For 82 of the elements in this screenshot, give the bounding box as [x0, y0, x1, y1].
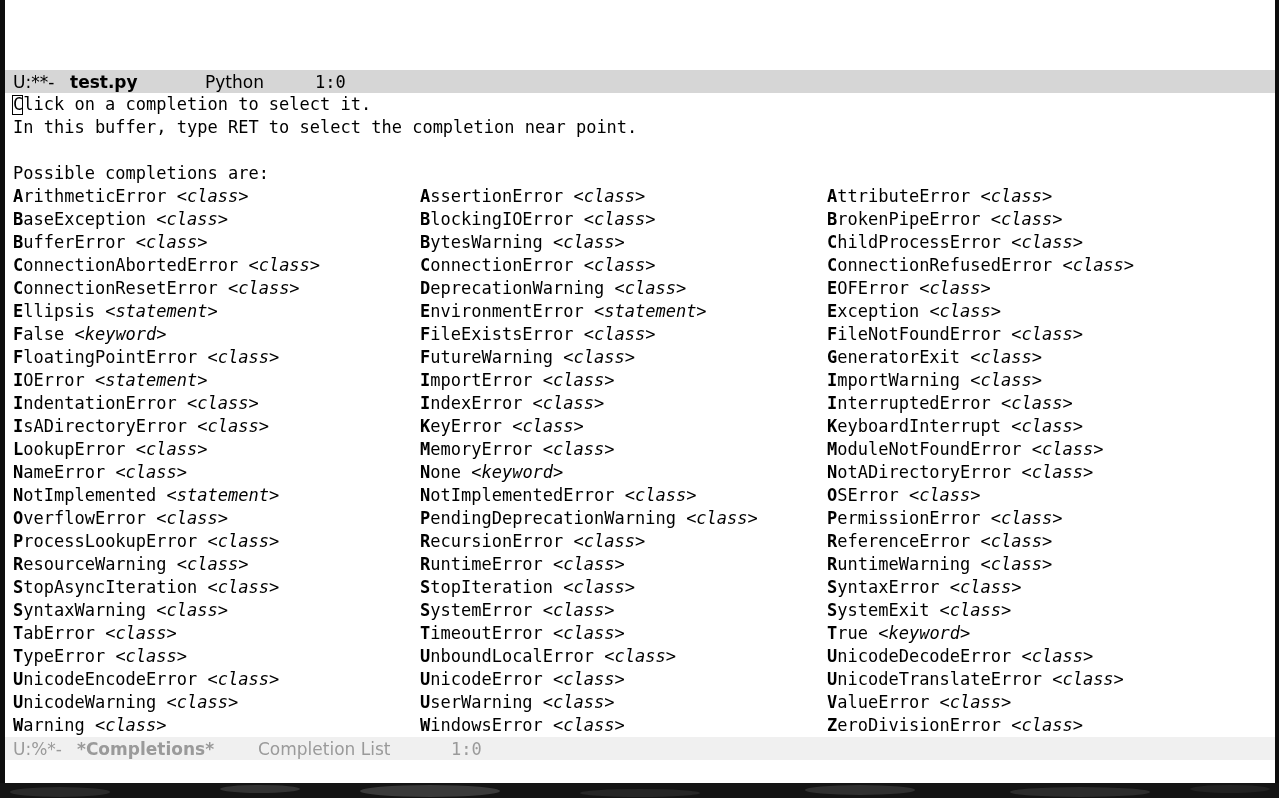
completion-item[interactable]: WindowsError <class> [420, 714, 827, 737]
buffer-status: U:**- [13, 71, 56, 92]
completion-item[interactable]: SyntaxError <class> [827, 576, 1234, 599]
completion-item[interactable]: AttributeError <class> [827, 185, 1234, 208]
completion-item[interactable]: InterruptedError <class> [827, 392, 1234, 415]
completion-item[interactable]: IndentationError <class> [13, 392, 420, 415]
completion-item[interactable]: UnicodeEncodeError <class> [13, 668, 420, 691]
completion-item[interactable]: AssertionError <class> [420, 185, 827, 208]
major-mode: Python [205, 71, 265, 92]
completion-item[interactable]: DeprecationWarning <class> [420, 277, 827, 300]
completion-item[interactable]: TypeError <class> [13, 645, 420, 668]
completion-item[interactable]: RuntimeError <class> [420, 553, 827, 576]
completion-item[interactable]: NameError <class> [13, 461, 420, 484]
completion-item[interactable]: OSError <class> [827, 484, 1234, 507]
completion-item[interactable]: OverflowError <class> [13, 507, 420, 530]
completion-item[interactable]: KeyError <class> [420, 415, 827, 438]
completion-item[interactable]: FloatingPointError <class> [13, 346, 420, 369]
completion-item[interactable]: None <keyword> [420, 461, 827, 484]
completion-item[interactable]: PermissionError <class> [827, 507, 1234, 530]
major-mode: Completion List [258, 738, 392, 759]
completion-item[interactable]: ZeroDivisionError <class> [827, 714, 1234, 737]
completion-item[interactable]: ResourceWarning <class> [13, 553, 420, 576]
buffer-name: *Completions* [77, 738, 216, 759]
completion-item[interactable]: ReferenceError <class> [827, 530, 1234, 553]
completion-item[interactable]: NotADirectoryError <class> [827, 461, 1234, 484]
completion-item[interactable]: IndexError <class> [420, 392, 827, 415]
completion-item[interactable]: False <keyword> [13, 323, 420, 346]
completion-item[interactable]: Exception <class> [827, 300, 1234, 323]
completions-heading: Possible completions are: [13, 163, 269, 183]
buffer-status: U:%*- [13, 738, 63, 759]
completion-item[interactable]: StopAsyncIteration <class> [13, 576, 420, 599]
completion-item[interactable]: MemoryError <class> [420, 438, 827, 461]
completion-item[interactable]: ConnectionRefusedError <class> [827, 254, 1234, 277]
completion-item[interactable]: RecursionError <class> [420, 530, 827, 553]
completion-item[interactable]: SystemError <class> [420, 599, 827, 622]
completion-item[interactable]: NotImplemented <statement> [13, 484, 420, 507]
buffer-name: test.py [70, 71, 139, 92]
completion-item[interactable]: ProcessLookupError <class> [13, 530, 420, 553]
completion-item[interactable]: BytesWarning <class> [420, 231, 827, 254]
completion-item[interactable]: ModuleNotFoundError <class> [827, 438, 1234, 461]
completion-item[interactable]: Warning <class> [13, 714, 420, 737]
completion-item[interactable]: TimeoutError <class> [420, 622, 827, 645]
completion-item[interactable]: True <keyword> [827, 622, 1234, 645]
completion-item[interactable]: StopIteration <class> [420, 576, 827, 599]
completion-item[interactable]: GeneratorExit <class> [827, 346, 1234, 369]
completion-item[interactable]: FutureWarning <class> [420, 346, 827, 369]
completion-item[interactable]: BlockingIOError <class> [420, 208, 827, 231]
cursor-position: 1:0 [315, 71, 346, 92]
completion-item[interactable]: RuntimeWarning <class> [827, 553, 1234, 576]
completion-item[interactable]: ChildProcessError <class> [827, 231, 1234, 254]
completion-item[interactable]: PendingDeprecationWarning <class> [420, 507, 827, 530]
completion-item[interactable]: ValueError <class> [827, 691, 1234, 714]
completion-item[interactable]: ImportError <class> [420, 369, 827, 392]
completion-item[interactable]: Ellipsis <statement> [13, 300, 420, 323]
completion-item[interactable]: FileExistsError <class> [420, 323, 827, 346]
completion-item[interactable]: BrokenPipeError <class> [827, 208, 1234, 231]
completion-item[interactable]: UnboundLocalError <class> [420, 645, 827, 668]
completion-item[interactable]: UnicodeTranslateError <class> [827, 668, 1234, 691]
completion-item[interactable]: UnicodeWarning <class> [13, 691, 420, 714]
completion-item[interactable]: BaseException <class> [13, 208, 420, 231]
completion-item[interactable]: IsADirectoryError <class> [13, 415, 420, 438]
cursor-position: 1:0 [451, 738, 482, 759]
completion-item[interactable]: ConnectionAbortedError <class> [13, 254, 420, 277]
completion-item[interactable]: SyntaxWarning <class> [13, 599, 420, 622]
completion-item[interactable]: FileNotFoundError <class> [827, 323, 1234, 346]
completion-item[interactable]: ImportWarning <class> [827, 369, 1234, 392]
completion-item[interactable]: SystemExit <class> [827, 599, 1234, 622]
completion-item[interactable]: ArithmeticError <class> [13, 185, 420, 208]
completion-item[interactable]: NotImplementedError <class> [420, 484, 827, 507]
completion-item[interactable]: UnicodeDecodeError <class> [827, 645, 1234, 668]
completion-item[interactable]: EnvironmentError <statement> [420, 300, 827, 323]
completion-item[interactable]: ConnectionError <class> [420, 254, 827, 277]
completion-item[interactable]: ConnectionResetError <class> [13, 277, 420, 300]
help-text: In this buffer, type RET to select the completion near point. [13, 117, 638, 137]
completion-item[interactable]: LookupError <class> [13, 438, 420, 461]
completion-item[interactable]: BufferError <class> [13, 231, 420, 254]
completion-item[interactable]: TabError <class> [13, 622, 420, 645]
completion-item[interactable]: KeyboardInterrupt <class> [827, 415, 1234, 438]
completion-item[interactable]: UnicodeError <class> [420, 668, 827, 691]
completion-item[interactable]: UserWarning <class> [420, 691, 827, 714]
completion-item[interactable]: EOFError <class> [827, 277, 1234, 300]
completion-item[interactable]: IOError <statement> [13, 369, 420, 392]
